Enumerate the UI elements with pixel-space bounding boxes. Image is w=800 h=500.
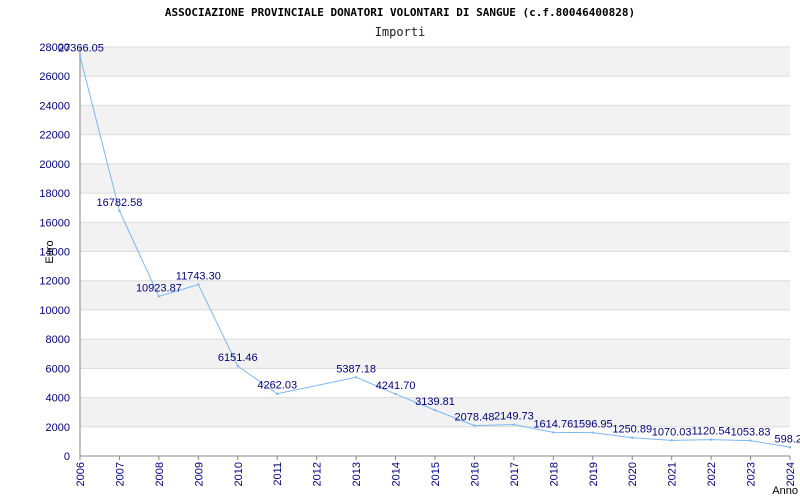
data-point — [552, 431, 555, 434]
data-label: 4241.70 — [376, 380, 416, 392]
line-chart: 0200040006000800010000120001400016000180… — [39, 42, 800, 497]
y-tick-label: 8000 — [46, 334, 70, 346]
data-label: 3139.81 — [415, 396, 455, 408]
data-label: 2078.48 — [455, 412, 495, 424]
y-tick-label: 4000 — [46, 393, 70, 405]
x-tick-label: 2020 — [627, 462, 639, 486]
y-tick-label: 6000 — [46, 363, 70, 375]
y-tick-label: 24000 — [39, 100, 70, 112]
x-tick-label: 2022 — [706, 462, 718, 486]
data-point — [749, 439, 752, 442]
grid-band — [80, 47, 790, 77]
data-point — [157, 295, 161, 298]
data-label: 16782.58 — [96, 197, 142, 209]
x-tick-label: 2007 — [114, 462, 126, 486]
x-tick-label: 2021 — [667, 462, 679, 486]
y-tick-label: 10000 — [39, 305, 70, 317]
data-label: 598.2 — [774, 433, 800, 445]
x-tick-label: 2011 — [272, 462, 284, 486]
data-point — [670, 439, 673, 442]
y-tick-label: 2000 — [46, 422, 70, 434]
data-point — [591, 431, 594, 434]
data-point — [709, 438, 713, 441]
x-tick-label: 2012 — [312, 462, 324, 486]
data-point — [512, 423, 516, 426]
x-tick-label: 2023 — [746, 462, 758, 486]
data-label: 27366.05 — [58, 42, 104, 54]
data-label: 5387.18 — [336, 363, 376, 375]
grid-band — [80, 339, 790, 369]
x-tick-label: 2010 — [233, 462, 245, 486]
x-tick-label: 2024 — [785, 462, 797, 486]
data-label: 10923.87 — [136, 282, 182, 294]
x-tick-label: 2009 — [193, 462, 205, 486]
data-point — [788, 446, 792, 449]
data-point — [236, 364, 239, 368]
data-point — [197, 283, 200, 286]
data-label: 4262.03 — [257, 380, 297, 392]
data-label: 1120.54 — [692, 426, 731, 438]
x-tick-label: 2008 — [154, 462, 166, 486]
y-tick-label: 20000 — [39, 159, 70, 171]
data-point — [354, 376, 358, 379]
data-point — [276, 392, 279, 395]
grid-band — [80, 163, 790, 194]
x-tick-label: 2006 — [75, 462, 87, 486]
data-label: 6151.46 — [218, 352, 258, 364]
grid-band — [80, 280, 790, 310]
y-axis-label: Euro — [44, 240, 56, 263]
x-axis-label: Anno — [772, 485, 798, 497]
y-tick-label: 26000 — [39, 71, 70, 83]
x-tick-label: 2013 — [351, 462, 363, 486]
x-tick-label: 2019 — [588, 462, 600, 486]
data-label: 1053.83 — [731, 427, 771, 439]
data-point — [118, 209, 121, 213]
x-tick-label: 2018 — [548, 462, 560, 486]
data-point — [394, 392, 397, 396]
data-label: 1070.03 — [652, 426, 692, 438]
y-tick-label: 18000 — [39, 188, 70, 200]
data-label: 1250.89 — [612, 424, 652, 436]
y-tick-label: 12000 — [39, 276, 70, 288]
data-point — [78, 55, 82, 58]
y-tick-label: 16000 — [39, 217, 70, 229]
data-label: 1596.95 — [573, 419, 613, 431]
data-point — [433, 408, 437, 412]
data-point — [631, 436, 634, 439]
x-tick-label: 2017 — [509, 462, 521, 486]
y-tick-label: 0 — [64, 451, 70, 463]
grid-band — [80, 105, 790, 135]
data-point — [473, 424, 476, 427]
x-tick-label: 2015 — [430, 462, 442, 486]
data-label: 1614.76 — [533, 418, 573, 430]
x-tick-label: 2014 — [391, 462, 403, 486]
x-tick-label: 2016 — [469, 462, 481, 486]
y-tick-label: 22000 — [39, 130, 70, 142]
data-label: 11743.30 — [176, 270, 221, 282]
data-label: 2149.73 — [494, 411, 534, 423]
grid-band — [80, 222, 790, 252]
